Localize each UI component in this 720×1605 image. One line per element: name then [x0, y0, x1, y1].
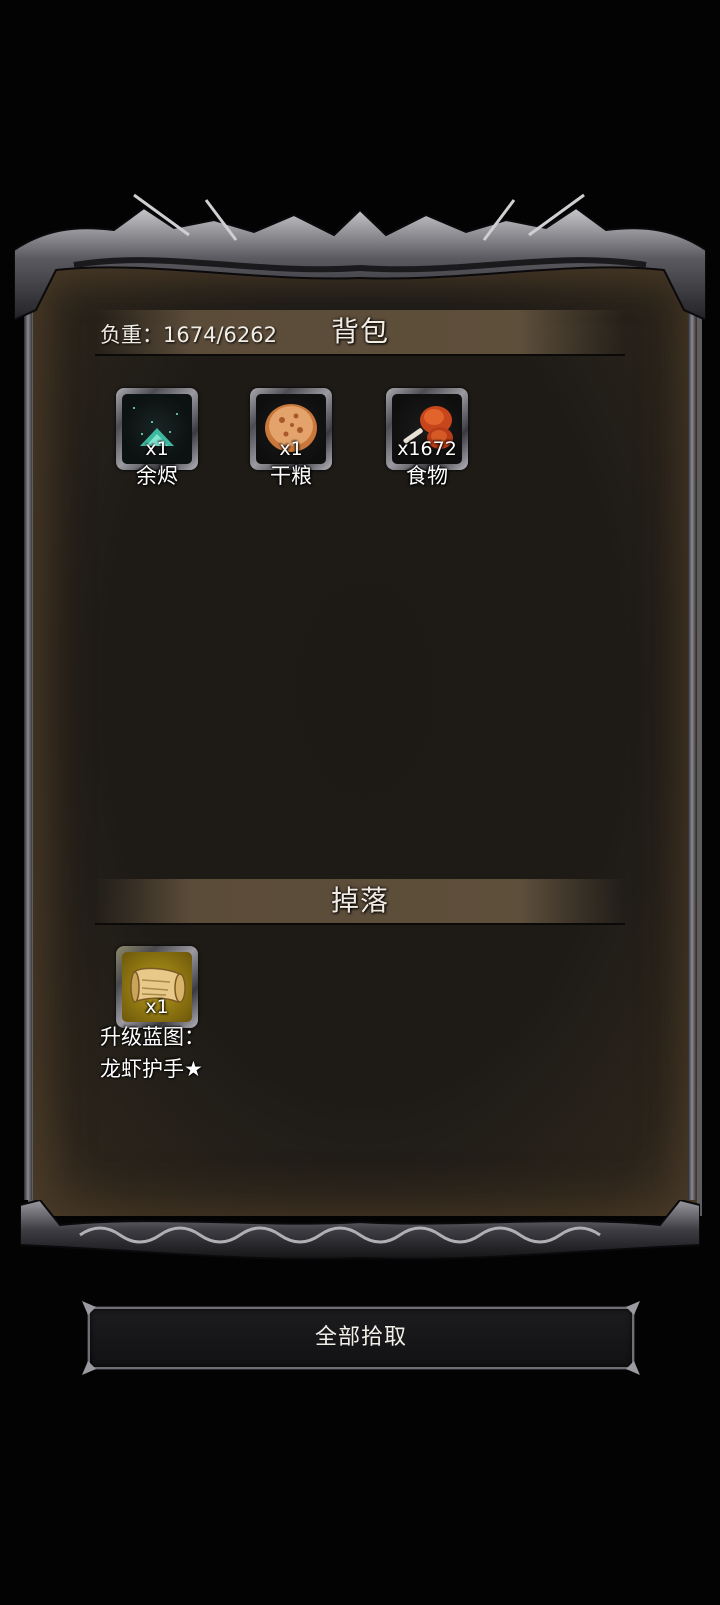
loot-screen: 背包 负重：1674/6262 x1 余烬 x1 干粮 x1672 食物 掉落 … — [0, 0, 720, 1605]
drop-item-name-line2: 龙虾护手★ — [100, 1057, 203, 1081]
frame-rail-right — [688, 300, 696, 1200]
backpack-slot-ember[interactable]: x1 余烬 — [116, 388, 198, 488]
drops-title: 掉落 — [330, 884, 389, 917]
item-count: x1 — [145, 438, 169, 460]
item-count: x1672 — [397, 438, 457, 460]
drop-slot-blueprint[interactable]: x1 — [116, 946, 198, 1028]
frame-crest-ornament — [14, 193, 706, 320]
item-name: 干粮 — [270, 464, 312, 488]
item-count: x1 — [279, 438, 303, 460]
backpack-slot-biscuit[interactable]: x1 干粮 — [250, 388, 332, 488]
item-count: x1 — [145, 996, 169, 1018]
item-name: 食物 — [406, 464, 448, 488]
pickup-all-button[interactable]: 全部拾取 — [82, 1301, 640, 1375]
backpack-slot-food[interactable]: x1672 食物 — [386, 388, 468, 488]
carry-weight-label: 负重：1674/6262 — [100, 323, 277, 347]
drop-item-name-line1: 升级蓝图： — [100, 1025, 205, 1049]
frame-bottom-ornament — [20, 1200, 700, 1260]
pickup-all-label: 全部拾取 — [314, 1325, 407, 1350]
frame-rail-left — [24, 300, 32, 1200]
item-name: 余烬 — [136, 464, 178, 488]
drops-header: 掉落 — [95, 879, 625, 925]
